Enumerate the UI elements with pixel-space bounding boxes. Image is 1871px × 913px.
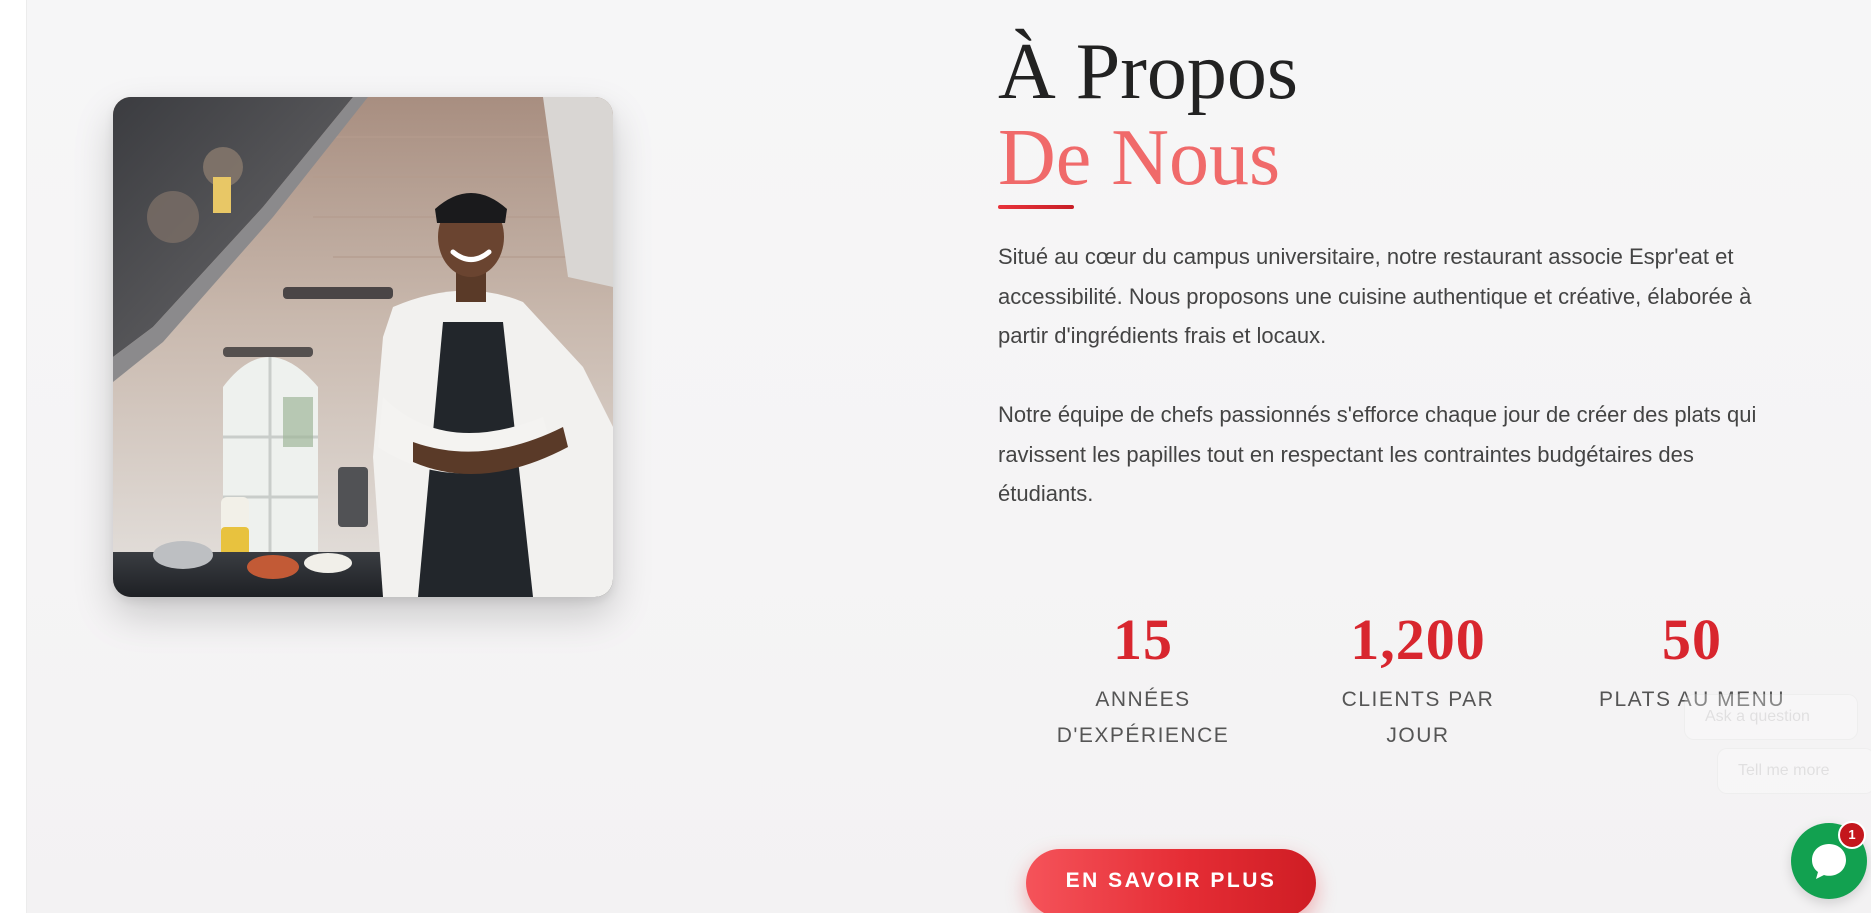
about-title-line2: De Nous bbox=[998, 114, 1281, 202]
stat-clients-per-day: 1,200 Clients par jour bbox=[1298, 598, 1538, 754]
chat-suggestion-ask-question[interactable]: Ask a question bbox=[1684, 694, 1858, 740]
title-underline-divider bbox=[998, 205, 1074, 209]
stat-number: 15 bbox=[1113, 607, 1173, 672]
chef-photo-illustration bbox=[113, 97, 613, 597]
learn-more-button[interactable]: EN SAVOIR PLUS bbox=[1026, 849, 1316, 913]
chef-photo bbox=[113, 97, 613, 597]
about-paragraph-2: Notre équipe de chefs passionnés s'effor… bbox=[998, 402, 1757, 506]
stat-years-experience: 15 Années d'expérience bbox=[1023, 598, 1263, 754]
stat-label: Clients par jour bbox=[1341, 688, 1495, 747]
stat-label: Années d'expérience bbox=[1056, 688, 1230, 747]
about-section: À Propos De Nous Situé au cœur du campus… bbox=[27, 0, 1871, 913]
about-title-line1: À Propos bbox=[998, 28, 1299, 116]
stat-number: 50 bbox=[1662, 607, 1722, 672]
chat-notification-badge: 1 bbox=[1838, 821, 1866, 849]
stat-number: 1,200 bbox=[1350, 607, 1486, 672]
chat-suggestion-tell-more[interactable]: Tell me more bbox=[1717, 748, 1871, 794]
page-left-edge bbox=[0, 0, 27, 913]
about-paragraph-1: Situé au cœur du campus universitaire, n… bbox=[998, 244, 1752, 348]
